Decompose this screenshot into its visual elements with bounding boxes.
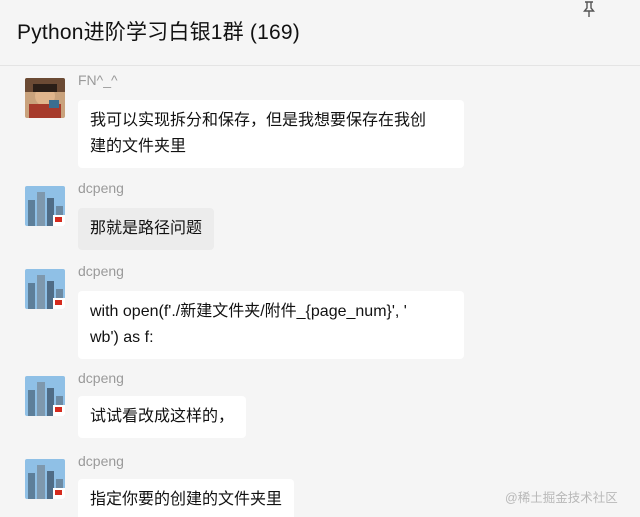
message-text-line: 我可以实现拆分和保存，但是我想要保存在我创 bbox=[90, 112, 427, 129]
message-text-line: 试试看改成这样的， bbox=[90, 408, 235, 425]
message-text-line: wb') as f: bbox=[90, 329, 154, 346]
message-list[interactable]: FN^_^ 我可以实现拆分和保存，但是我想要保存在我创 建的文件夹里 dcpen… bbox=[0, 66, 640, 517]
message-text-line: with open(f'./新建文件夹/附件_{page_num}', ' bbox=[90, 303, 407, 320]
message-bubble[interactable]: with open(f'./新建文件夹/附件_{page_num}', ' wb… bbox=[78, 291, 464, 359]
watermark: @稀土掘金技术社区 bbox=[505, 491, 618, 505]
message-bubble[interactable]: 我可以实现拆分和保存，但是我想要保存在我创 建的文件夹里 bbox=[78, 100, 464, 168]
sender-name: dcpeng bbox=[78, 370, 124, 386]
chat-title: Python进阶学习白银1群 (169) bbox=[17, 21, 300, 44]
avatar-buildings-icon bbox=[25, 269, 65, 309]
message-bubble[interactable]: 试试看改成这样的， bbox=[78, 396, 247, 438]
avatar[interactable] bbox=[25, 78, 65, 118]
avatar[interactable] bbox=[25, 459, 65, 499]
message-text-line: 建的文件夹里 bbox=[90, 138, 187, 155]
sender-name: dcpeng bbox=[78, 263, 124, 279]
message-bubble[interactable]: 指定你要的创建的文件夹里 bbox=[78, 479, 295, 517]
chat-header: Python进阶学习白银1群 (169) bbox=[0, 0, 640, 66]
avatar[interactable] bbox=[25, 376, 65, 416]
sender-name: dcpeng bbox=[78, 180, 124, 196]
message-text-line: 那就是路径问题 bbox=[90, 220, 203, 237]
pin-icon[interactable] bbox=[580, 0, 598, 18]
message-bubble[interactable]: 那就是路径问题 bbox=[78, 208, 215, 250]
avatar[interactable] bbox=[25, 269, 65, 309]
sender-name: dcpeng bbox=[78, 453, 124, 469]
avatar[interactable] bbox=[25, 186, 65, 226]
avatar-buildings-icon bbox=[25, 186, 65, 226]
message-text-line: 指定你要的创建的文件夹里 bbox=[90, 491, 283, 508]
avatar-buildings-icon bbox=[25, 376, 65, 416]
avatar-person-icon bbox=[25, 78, 65, 118]
avatar-buildings-icon bbox=[25, 459, 65, 499]
sender-name: FN^_^ bbox=[78, 72, 118, 88]
